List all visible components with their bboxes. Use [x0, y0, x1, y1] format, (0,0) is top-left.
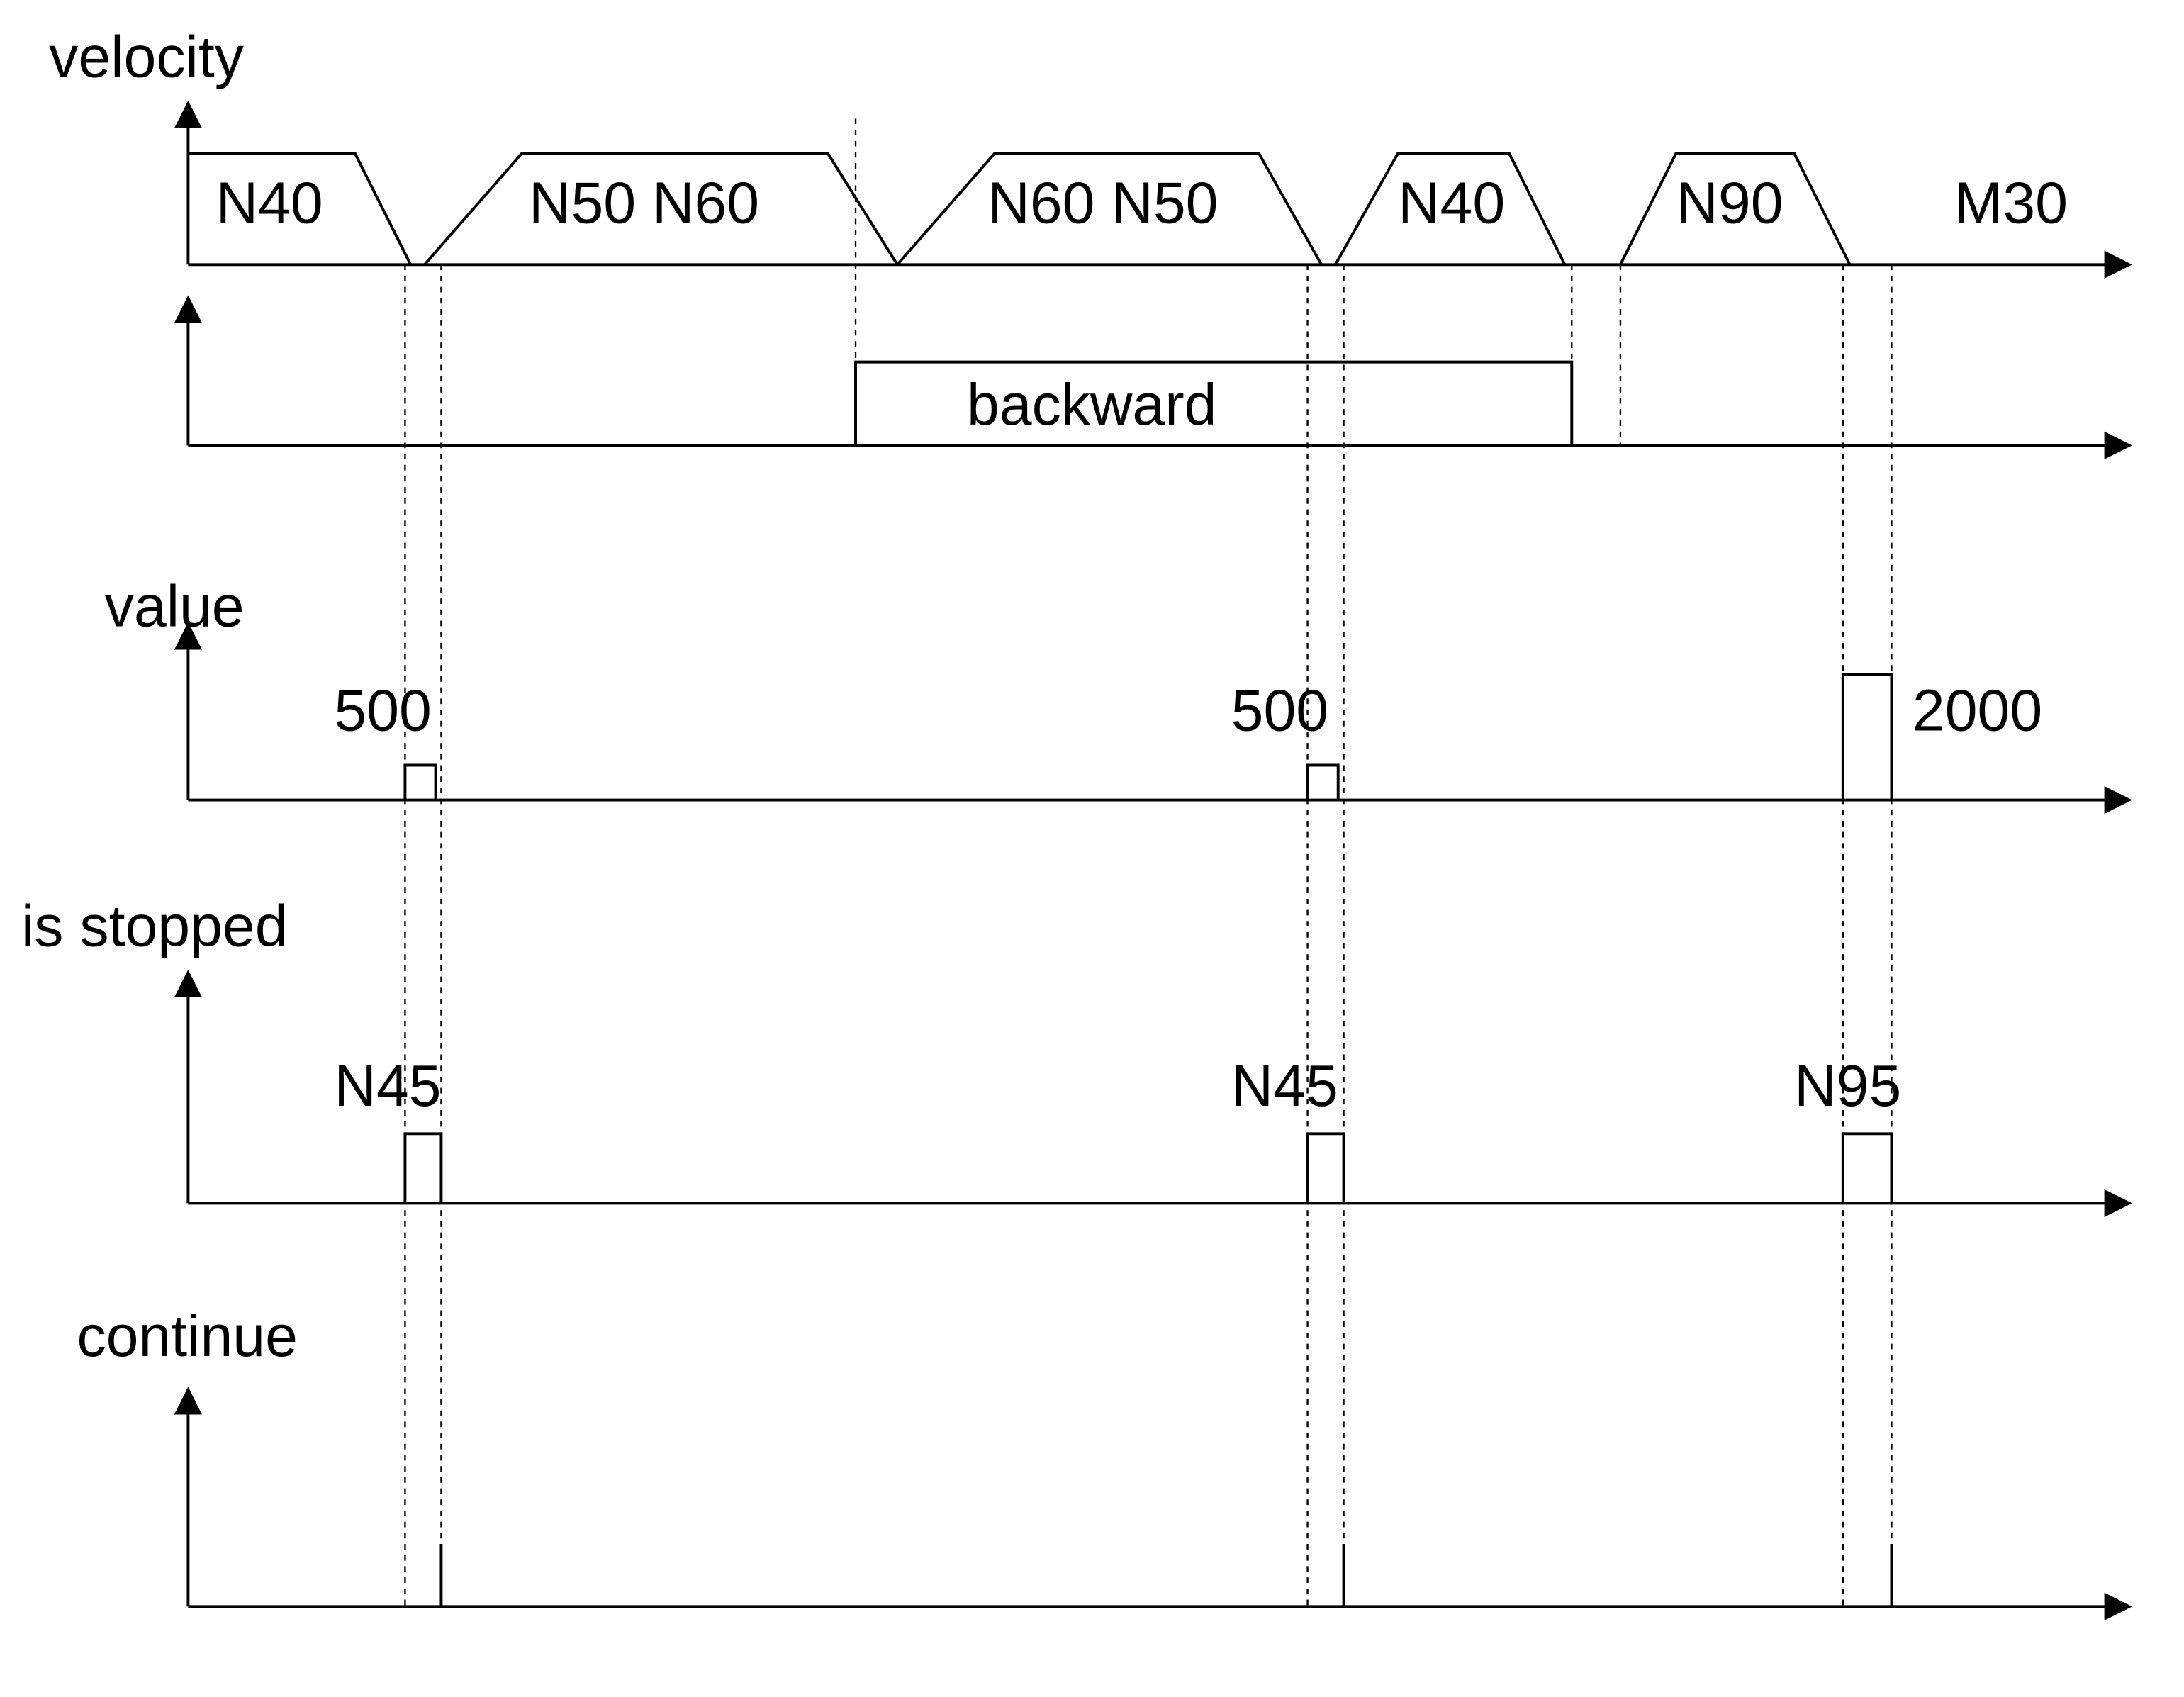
value-pulse-0: 500	[334, 678, 431, 743]
value-pulse-2: 2000	[1913, 678, 2042, 743]
title-value: value	[105, 573, 245, 639]
title-velocity: velocity	[49, 24, 244, 89]
timing-diagram: velocity value is stopped continue N40 N…	[21, 21, 2163, 1676]
vel-block-2: N60 N50	[987, 170, 1218, 235]
vel-block-1: N50 N60	[529, 170, 759, 235]
vel-block-3: N40	[1398, 170, 1505, 235]
title-is-stopped: is stopped	[21, 894, 288, 959]
vel-block-5: M30	[1954, 170, 2068, 235]
backward-label: backward	[967, 372, 1217, 437]
stopped-pulse-0: N45	[334, 1053, 441, 1119]
vel-block-0: N40	[216, 170, 323, 235]
title-continue: continue	[77, 1304, 297, 1369]
value-pulse-1: 500	[1231, 678, 1328, 743]
vel-block-4: N90	[1676, 170, 1783, 235]
stopped-pulse-2: N95	[1794, 1053, 1901, 1119]
stopped-pulse-1: N45	[1231, 1053, 1338, 1119]
